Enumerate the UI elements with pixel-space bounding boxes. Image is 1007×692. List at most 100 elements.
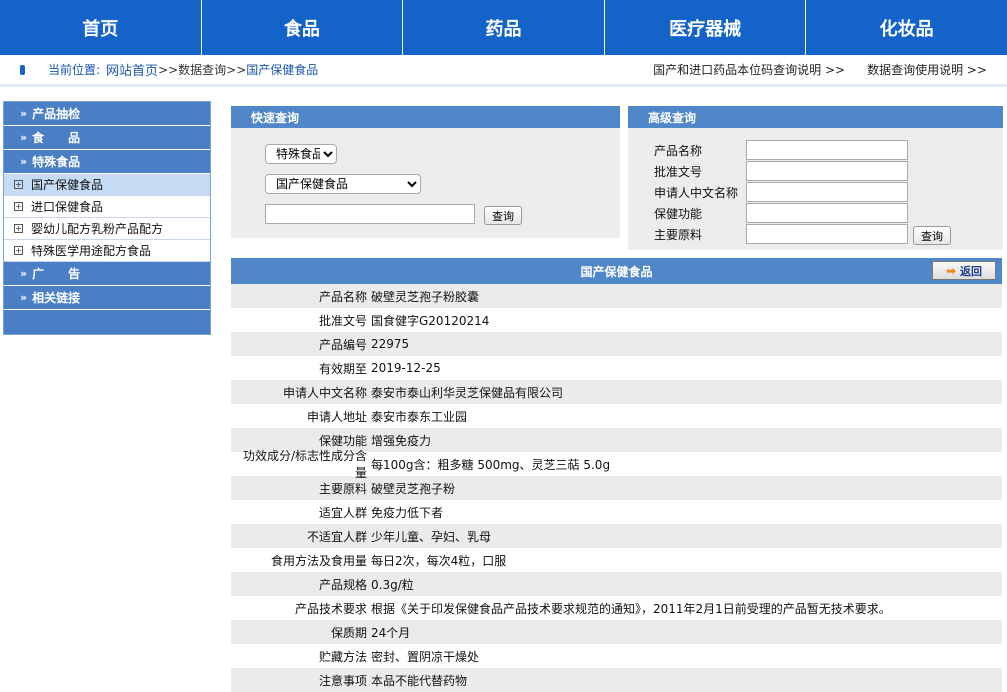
back-button[interactable]: ➡ 返回 <box>932 261 996 280</box>
sidebar-item-infant-formula[interactable]: + 婴幼儿配方乳粉产品配方 <box>4 218 210 240</box>
breadcrumb-current: 国产保健食品 <box>246 63 319 77</box>
top-nav: 首页 食品 药品 医疗器械 化妆品 <box>0 0 1007 55</box>
sidebar-section-related-links[interactable]: » 相关链接 <box>4 286 210 310</box>
sidebar-item-special-medical-food[interactable]: + 特殊医学用途配方食品 <box>4 240 210 262</box>
sidebar-section-label: 产品抽检 <box>32 107 81 121</box>
advanced-search-title: 高级查询 <box>628 106 1003 128</box>
detail-row: 食用方法及食用量 每日2次，每次4粒，口服 <box>231 548 1002 572</box>
detail-row-value: 少年儿童、孕妇、乳母 <box>371 529 492 544</box>
sidebar-item-label: 进口保健食品 <box>31 200 104 214</box>
applicant-name-label: 申请人中文名称 <box>654 185 739 200</box>
breadcrumb-level2[interactable]: 数据查询 <box>178 61 226 78</box>
detail-row-value: 根据《关于印发保健食品产品技术要求规范的通知》，2011年2月1日前受理的产品暂… <box>371 601 891 616</box>
sidebar-section-ads[interactable]: » 广 告 <box>4 262 210 286</box>
advanced-search-button[interactable]: 查询 <box>913 226 951 245</box>
detail-row-value: 每100g含：粗多糖 500mg、灵芝三萜 5.0g <box>371 457 611 472</box>
back-button-label: 返回 <box>960 264 983 278</box>
sidebar-item-imported-health-food[interactable]: + 进口保健食品 <box>4 196 210 218</box>
keyword-input[interactable] <box>265 204 475 224</box>
double-chevron-right-icon: » <box>20 131 28 144</box>
breadcrumb-separator: >> <box>226 62 247 77</box>
expand-box-icon: + <box>14 180 23 189</box>
detail-row-label: 产品编号 <box>318 337 367 352</box>
health-function-label: 保健功能 <box>654 206 703 221</box>
detail-row-label: 有效期至 <box>318 361 367 376</box>
subcategory-select[interactable]: 国产保健食品 <box>265 174 421 194</box>
detail-row: 贮藏方法 密封、置阴凉干燥处 <box>231 644 1002 668</box>
detail-row: 申请人中文名称 泰安市泰山利华灵芝保健品有限公司 <box>231 380 1002 404</box>
detail-row: 主要原料 破壁灵芝孢子粉 <box>231 476 1002 500</box>
advanced-search-panel: 高级查询 产品名称 批准文号 申请人中文名称 保健功能 主要原料 查询 <box>628 106 1003 250</box>
detail-row-label: 食用方法及食用量 <box>270 553 367 568</box>
detail-row-value: 本品不能代替药物 <box>371 673 468 688</box>
detail-row: 功效成分/标志性成分含量 每100g含：粗多糖 500mg、灵芝三萜 5.0g <box>231 449 1002 480</box>
sidebar-section-label: 特殊食品 <box>32 155 81 169</box>
sidebar-item-domestic-health-food[interactable]: + 国产保健食品 <box>4 174 210 196</box>
detail-row: 产品技术要求 根据《关于印发保健食品产品技术要求规范的通知》，2011年2月1日前… <box>231 596 1002 620</box>
detail-row-value: 泰安市泰东工业园 <box>371 409 468 424</box>
main-ingredients-input[interactable] <box>746 224 908 244</box>
double-chevron-right-icon: » <box>20 155 28 168</box>
detail-row-label: 产品规格 <box>318 577 367 592</box>
sidebar-section-label: 相关链接 <box>32 291 81 305</box>
breadcrumb-prefix: 当前位置: <box>48 63 101 77</box>
detail-row-label: 批准文号 <box>318 313 367 328</box>
detail-row: 适宜人群 免疫力低下者 <box>231 500 1002 524</box>
product-name-input[interactable] <box>746 140 908 160</box>
approval-number-input[interactable] <box>746 161 908 181</box>
double-chevron-right-icon: » <box>20 107 28 120</box>
detail-row-value: 每日2次，每次4粒，口服 <box>371 553 507 568</box>
detail-row-value: 泰安市泰山利华灵芝保健品有限公司 <box>371 385 564 400</box>
detail-row: 不适宜人群 少年儿童、孕妇、乳母 <box>231 524 1002 548</box>
nav-food[interactable]: 食品 <box>202 0 404 55</box>
breadcrumb-home-link[interactable]: 网站首页 <box>106 60 158 79</box>
detail-row-label: 申请人中文名称 <box>282 385 367 400</box>
detail-row-value: 22975 <box>371 337 410 351</box>
detail-row-value: 免疫力低下者 <box>371 505 444 520</box>
sidebar-section-label: 广 告 <box>32 267 81 281</box>
category-select[interactable]: 特殊食品 <box>265 144 337 164</box>
sidebar-section-special-food[interactable]: » 特殊食品 <box>4 150 210 174</box>
sidebar-item-label: 国产保健食品 <box>31 178 104 192</box>
sidebar-item-label: 特殊医学用途配方食品 <box>31 244 152 258</box>
expand-box-icon: + <box>14 224 23 233</box>
nav-medical-devices[interactable]: 医疗器械 <box>605 0 807 55</box>
detail-row-value: 增强免疫力 <box>371 433 432 448</box>
quick-search-button[interactable]: 查询 <box>484 206 522 225</box>
approval-number-label: 批准文号 <box>654 164 703 179</box>
health-function-input[interactable] <box>746 203 908 223</box>
nav-cosmetics[interactable]: 化妆品 <box>806 0 1007 55</box>
breadcrumb-bar: 当前位置: 网站首页 >> 数据查询 >> 国产保健食品 国产和进口药品本位码查… <box>0 55 1007 87</box>
main-ingredients-label: 主要原料 <box>654 227 703 242</box>
detail-row-label: 功效成分/标志性成分含量 <box>242 449 367 480</box>
product-name-label: 产品名称 <box>654 143 703 158</box>
detail-row-label: 不适宜人群 <box>306 529 367 544</box>
detail-row: 有效期至 2019-12-25 <box>231 356 1002 380</box>
detail-row-value: 密封、置阴凉干燥处 <box>371 649 480 664</box>
detail-row-value: 2019-12-25 <box>371 361 441 375</box>
detail-row-label: 申请人地址 <box>306 409 367 424</box>
drug-code-help-link[interactable]: 国产和进口药品本位码查询说明 >> <box>653 61 845 78</box>
detail-header: 国产保健食品 ➡ 返回 <box>231 258 1002 284</box>
detail-row: 批准文号 国食健字G20120214 <box>231 308 1002 332</box>
detail-row-label: 产品名称 <box>318 289 367 304</box>
detail-row-value: 破壁灵芝孢子粉胶囊 <box>371 289 480 304</box>
sidebar-section-product-sampling[interactable]: » 产品抽检 <box>4 102 210 126</box>
applicant-name-input[interactable] <box>746 182 908 202</box>
nav-home[interactable]: 首页 <box>0 0 202 55</box>
nav-drugs[interactable]: 药品 <box>403 0 605 55</box>
sidebar: » 产品抽检 » 食 品 » 特殊食品 + 国产保健食品 + 进口保健食品 + … <box>3 101 211 335</box>
detail-row: 保质期 24个月 <box>231 620 1002 644</box>
sidebar-section-label: 食 品 <box>32 131 81 145</box>
detail-row: 申请人地址 泰安市泰东工业园 <box>231 404 1002 428</box>
detail-row: 产品规格 0.3g/粒 <box>231 572 1002 596</box>
detail-row-value: 24个月 <box>371 625 411 640</box>
sidebar-section-food[interactable]: » 食 品 <box>4 126 210 150</box>
detail-row-label: 保健功能 <box>318 433 367 448</box>
expand-box-icon: + <box>14 202 23 211</box>
expand-box-icon: + <box>14 246 23 255</box>
header-help-links: 国产和进口药品本位码查询说明 >> 数据查询使用说明 >> <box>631 55 987 84</box>
detail-row-label: 注意事项 <box>318 673 367 688</box>
data-query-help-link[interactable]: 数据查询使用说明 >> <box>867 61 987 78</box>
location-pin-icon <box>20 64 25 75</box>
